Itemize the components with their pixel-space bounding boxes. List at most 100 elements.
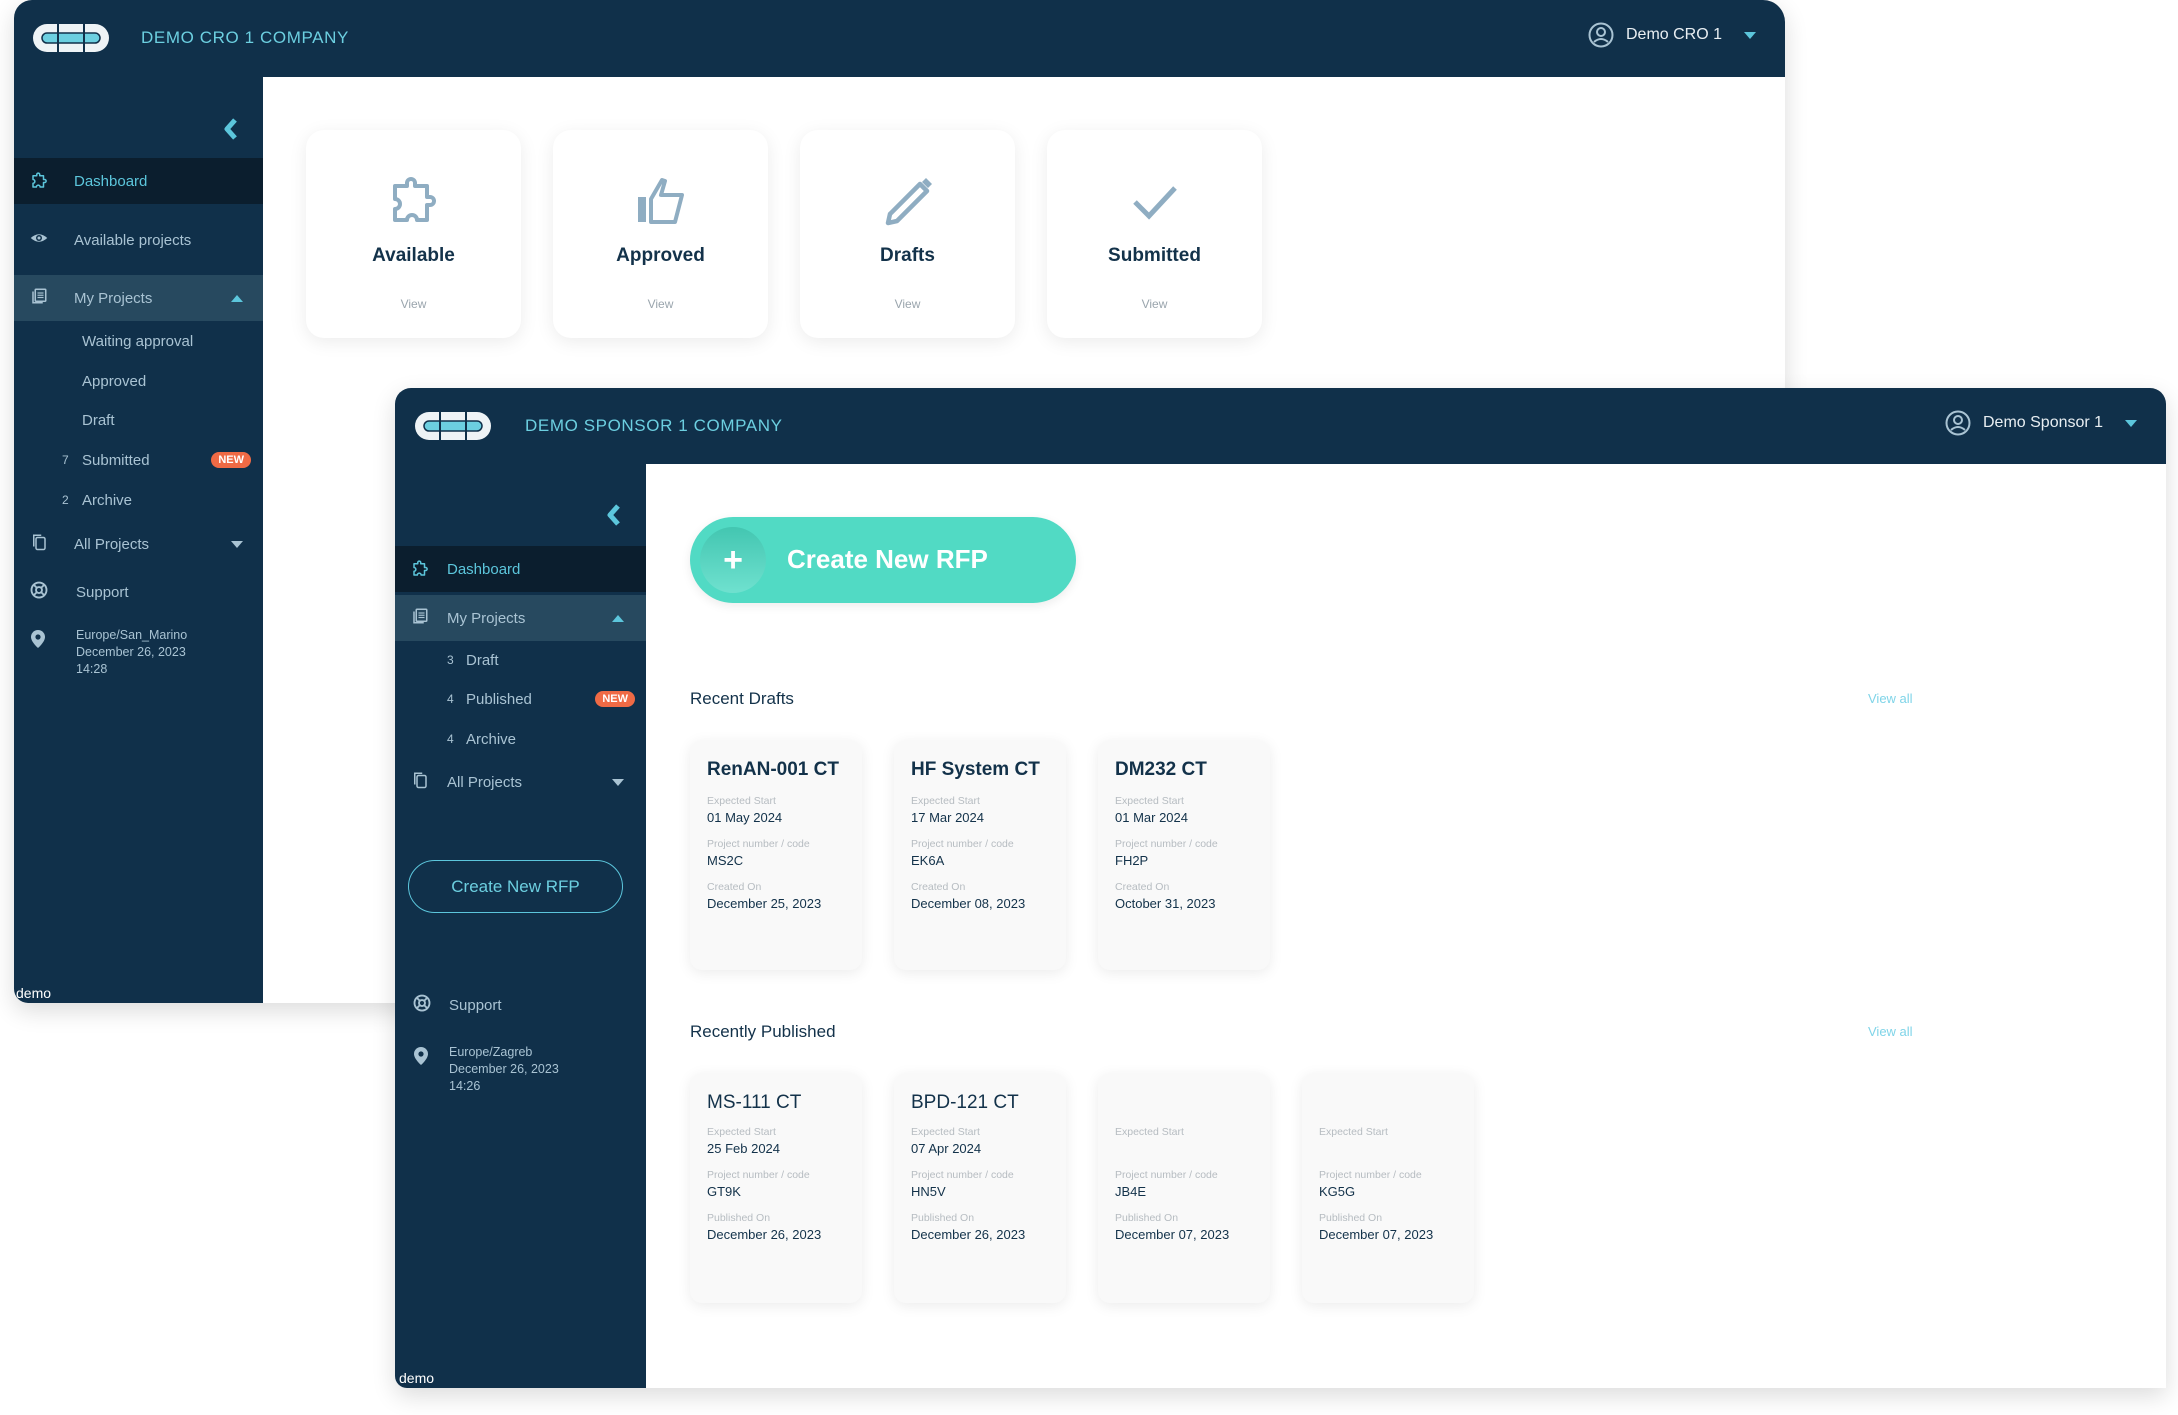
current-date: December 26, 2023 [449, 1062, 559, 1076]
sidebar-subitem-label: Submitted [82, 451, 150, 469]
ctb-logo[interactable] [32, 20, 110, 56]
sidebar-subitem-label: Archive [466, 730, 517, 748]
item-count: 4 [447, 692, 454, 706]
user-menu[interactable]: Demo CRO 1 [1588, 22, 1757, 48]
ctb-logo[interactable] [414, 408, 492, 444]
chevron-down-icon [612, 778, 624, 786]
pencil-icon [882, 176, 934, 228]
stack-icon [30, 287, 48, 305]
sidebar-item-all-projects[interactable]: All Projects [14, 521, 263, 567]
sidebar-subitem-draft[interactable]: Draft [14, 405, 263, 435]
chevron-up-icon [231, 294, 243, 302]
sidebar-item-my-projects[interactable]: My Projects [14, 275, 263, 321]
company-name: DEMO SPONSOR 1 COMPANY [525, 416, 783, 435]
sidebar-subitem-archive[interactable]: 4 Archive [395, 724, 646, 754]
sidebar-subitem-label: Draft [82, 411, 115, 429]
field-label: Expected Start [1319, 1126, 1388, 1138]
status-card-drafts[interactable]: Drafts View [800, 130, 1015, 338]
created-date: October 31, 2023 [1115, 896, 1216, 911]
create-new-rfp-button[interactable]: + Create New RFP [690, 517, 1076, 603]
field-label: Project number / code [1319, 1169, 1422, 1181]
sidebar-item-available-projects[interactable]: Available projects [14, 217, 263, 263]
sidebar-subitem-submitted[interactable]: 7 Submitted NEW [14, 445, 263, 475]
field-label: Expected Start [911, 1126, 980, 1138]
sponsor-window: DEMO SPONSOR 1 COMPANY Demo Sponsor 1 Da… [395, 388, 2166, 1388]
company-name: DEMO CRO 1 COMPANY [141, 28, 349, 47]
current-date: December 26, 2023 [76, 645, 186, 659]
view-link[interactable]: View [306, 297, 521, 311]
user-menu[interactable]: Demo Sponsor 1 [1945, 410, 2138, 436]
expected-start: 25 Feb 2024 [707, 1141, 781, 1156]
field-label: Expected Start [707, 795, 776, 807]
location-pin-icon [413, 1046, 429, 1066]
project-code: KG5G [1319, 1184, 1356, 1199]
field-label: Project number / code [707, 838, 810, 850]
view-link[interactable]: View [553, 297, 768, 311]
copy-icon [30, 533, 48, 551]
field-label: Expected Start [1115, 795, 1184, 807]
sidebar-item-label: Support [76, 583, 129, 601]
sidebar-item-dashboard[interactable]: Dashboard [14, 158, 263, 204]
recently-published-view-all-link[interactable]: View all [1868, 1024, 1913, 1039]
timezone: Europe/San_Marino [76, 628, 188, 642]
sidebar-item-label: All Projects [447, 773, 523, 791]
recent-drafts-view-all-link[interactable]: View all [1868, 691, 1913, 706]
created-date: December 25, 2023 [707, 896, 822, 911]
recent-drafts-title: Recent Drafts [690, 689, 794, 708]
sidebar-subitem-label: Waiting approval [82, 332, 194, 350]
field-label: Project number / code [707, 1169, 810, 1181]
sidebar-item-my-projects[interactable]: My Projects [395, 595, 646, 641]
current-time: 14:28 [76, 662, 108, 676]
sidebar-item-support[interactable]: Support [395, 982, 646, 1028]
environment-label: demo [16, 985, 52, 1001]
draft-card[interactable]: RenAN-001 CT Expected Start 01 May 2024 … [690, 740, 862, 970]
draft-card[interactable]: DM232 CT Expected Start 01 Mar 2024 Proj… [1098, 740, 1270, 970]
collapse-sidebar-button[interactable] [221, 117, 241, 141]
field-label: Project number / code [911, 1169, 1014, 1181]
sidebar-subitem-archive[interactable]: 2 Archive [14, 485, 263, 515]
status-card-submitted[interactable]: Submitted View [1047, 130, 1262, 338]
sidebar-item-all-projects[interactable]: All Projects [395, 759, 646, 805]
new-badge: NEW [595, 691, 635, 707]
chevron-down-icon [2125, 419, 2138, 427]
sidebar-subitem-draft[interactable]: 3 Draft [395, 645, 646, 675]
published-card[interactable]: Expected Start Project number / code KG5… [1302, 1073, 1474, 1303]
published-card[interactable]: Expected Start Project number / code JB4… [1098, 1073, 1270, 1303]
sidebar-subitem-label: Published [466, 690, 532, 708]
chevron-down-icon [231, 540, 243, 548]
user-name: Demo CRO 1 [1626, 26, 1723, 43]
create-new-rfp-sidebar-button[interactable]: Create New RFP [408, 860, 623, 913]
field-label: Created On [1115, 881, 1170, 893]
main-content: + Create New RFP Recent Drafts View all … [646, 464, 2166, 1388]
view-link[interactable]: View [800, 297, 1015, 311]
lifebuoy-icon [30, 581, 48, 599]
card-title: HF System CT [911, 759, 1040, 780]
collapse-sidebar-button[interactable] [604, 503, 624, 527]
user-name: Demo Sponsor 1 [1983, 414, 2104, 431]
published-date: December 26, 2023 [911, 1227, 1026, 1242]
view-link[interactable]: View [1047, 297, 1262, 311]
card-title: MS-111 CT [707, 1092, 802, 1113]
field-label: Project number / code [1115, 838, 1218, 850]
project-code: HN5V [911, 1184, 946, 1199]
sidebar-item-label: Dashboard [447, 560, 521, 578]
card-title: Submitted [1108, 245, 1201, 266]
published-card[interactable]: BPD-121 CT Expected Start 07 Apr 2024 Pr… [894, 1073, 1066, 1303]
item-count: 4 [447, 732, 454, 746]
recently-published-title: Recently Published [690, 1022, 836, 1041]
sidebar-item-dashboard[interactable]: Dashboard [395, 546, 646, 592]
card-title: Approved [616, 245, 705, 266]
sidebar-subitem-approved[interactable]: Approved [14, 366, 263, 396]
plus-icon: + [723, 541, 743, 579]
draft-card[interactable]: HF System CT Expected Start 17 Mar 2024 … [894, 740, 1066, 970]
top-bar: DEMO SPONSOR 1 COMPANY Demo Sponsor 1 [395, 388, 2166, 464]
field-label: Created On [707, 881, 762, 893]
status-card-approved[interactable]: Approved View [553, 130, 768, 338]
sidebar: Dashboard My Projects 3 Draft 4 Publishe… [395, 464, 646, 1388]
published-card[interactable]: MS-111 CT Expected Start 25 Feb 2024 Pro… [690, 1073, 862, 1303]
sidebar-item-support[interactable]: Support [14, 569, 263, 615]
sidebar-subitem-waiting-approval[interactable]: Waiting approval [14, 326, 263, 356]
status-card-available[interactable]: Available View [306, 130, 521, 338]
card-title: BPD-121 CT [911, 1092, 1019, 1113]
sidebar-subitem-published[interactable]: 4 Published NEW [395, 684, 646, 714]
